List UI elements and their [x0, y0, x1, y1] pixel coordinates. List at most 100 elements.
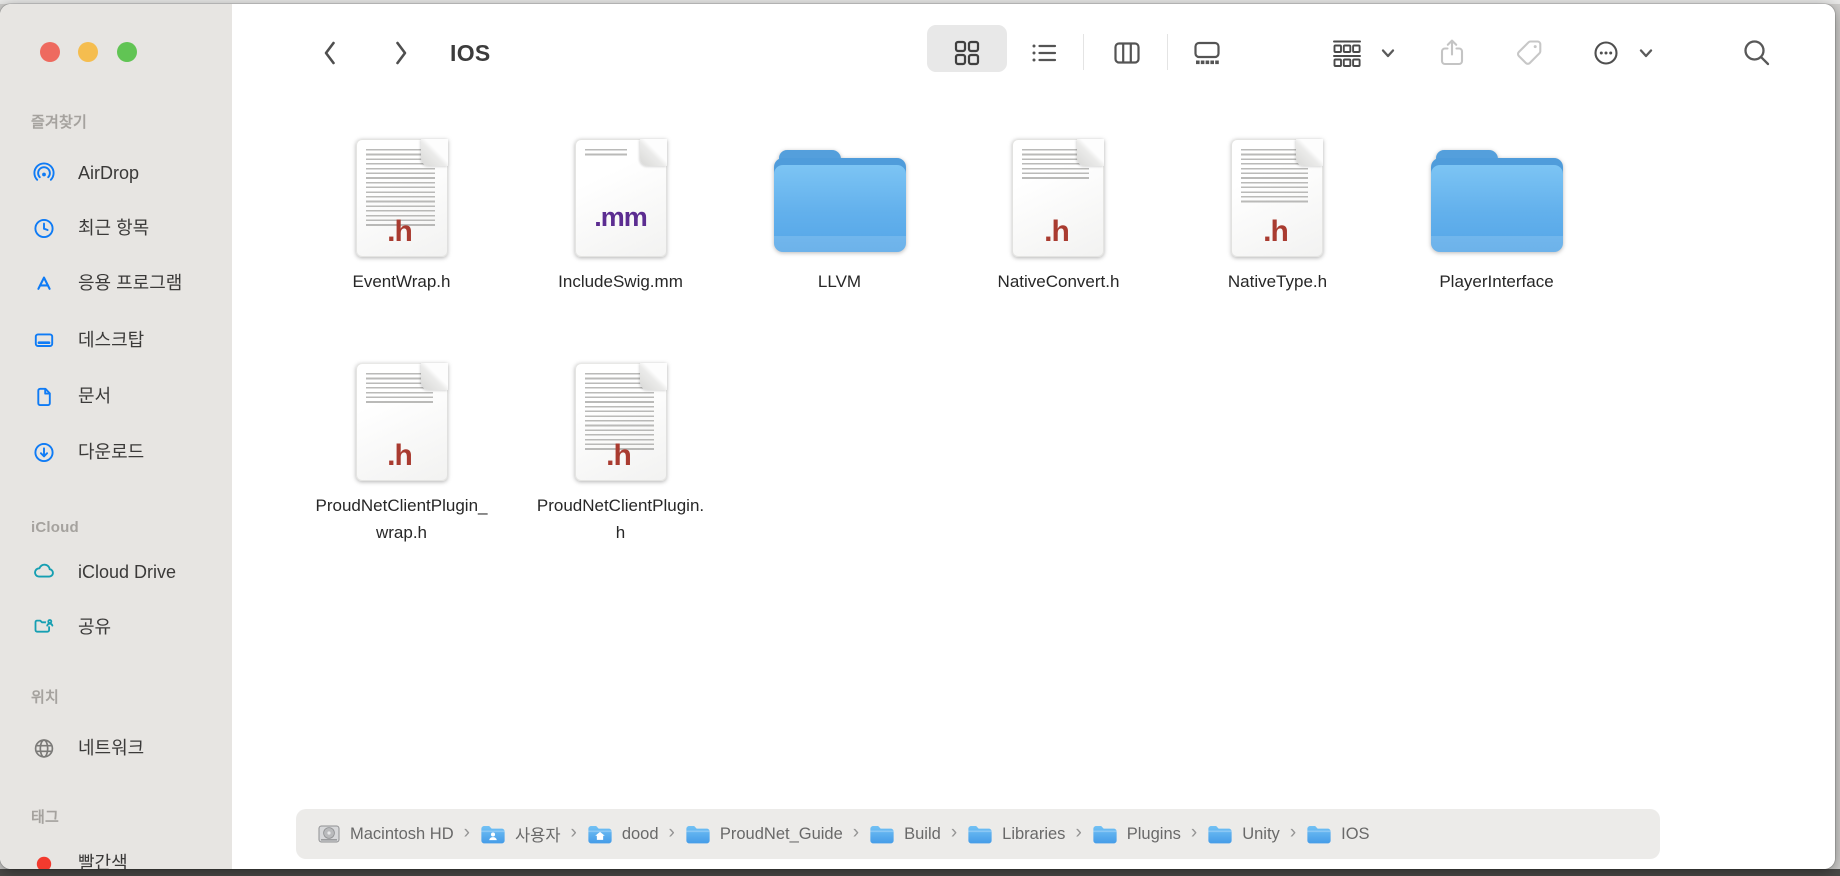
file-name: ProudNetClientPlugin.h	[533, 492, 709, 546]
path-segment-label: Build	[904, 825, 941, 844]
sidebar-item-desktop[interactable]: 데스크탑	[0, 327, 232, 353]
file-item[interactable]: .h NativeType.h	[1228, 133, 1327, 295]
home-folder-icon	[587, 824, 613, 845]
sidebar-item-label: 네트워크	[78, 735, 144, 761]
chevron-right-icon: ›	[464, 822, 470, 844]
file-name: EventWrap.h	[353, 268, 451, 295]
sidebar-item-shared[interactable]: 공유	[0, 614, 232, 640]
folder-icon	[869, 824, 895, 845]
chevron-right-icon: ›	[1191, 822, 1197, 844]
file-item[interactable]: .h ProudNetClientPlugin_wrap.h	[314, 357, 490, 546]
forward-button[interactable]	[390, 38, 412, 68]
chevron-right-icon: ›	[951, 822, 957, 844]
view-list-button[interactable]	[1028, 37, 1060, 69]
chevron-right-icon: ›	[1075, 822, 1081, 844]
file-item[interactable]: LLVM	[774, 133, 906, 295]
path-segment-label: Macintosh HD	[350, 825, 454, 844]
sidebar-item-applications[interactable]: 응용 프로그램	[0, 270, 232, 296]
path-segment-plugins[interactable]: Plugins	[1092, 824, 1181, 845]
view-columns-button[interactable]	[1111, 37, 1143, 69]
file-item[interactable]: .h EventWrap.h	[353, 133, 451, 295]
close-window-button[interactable]	[40, 42, 60, 62]
path-segment-label: Plugins	[1127, 825, 1181, 844]
path-segment-proudnet-guide[interactable]: ProudNet_Guide	[685, 824, 843, 845]
sidebar: 즐겨찾기 AirDrop 최근 항목	[0, 4, 233, 869]
chevron-right-icon: ›	[1290, 822, 1296, 844]
chevron-right-icon: ›	[853, 822, 859, 844]
view-grid-button[interactable]	[951, 37, 983, 69]
share-button[interactable]	[1436, 37, 1468, 69]
toolbar-separator	[1083, 34, 1084, 70]
globe-icon	[32, 736, 56, 760]
sidebar-item-documents[interactable]: 문서	[0, 383, 232, 409]
path-segment-libraries[interactable]: Libraries	[967, 824, 1065, 845]
chevron-down-icon[interactable]	[1380, 45, 1397, 62]
sidebar-item-downloads[interactable]: 다운로드	[0, 439, 232, 465]
sidebar-item-red-tag[interactable]: 빨간색	[0, 850, 232, 869]
path-segment-unity[interactable]: Unity	[1207, 824, 1280, 845]
sidebar-section-tags: 태그	[31, 807, 59, 829]
sidebar-item-label: 공유	[78, 614, 111, 640]
folder-icon	[1207, 824, 1233, 845]
chevron-right-icon: ›	[571, 822, 577, 844]
sidebar-item-label: 문서	[78, 383, 111, 409]
desktop-icon	[32, 328, 56, 352]
sidebar-item-label: 응용 프로그램	[78, 270, 182, 296]
file-item[interactable]: PlayerInterface	[1431, 133, 1563, 295]
sidebar-item-recents[interactable]: 최근 항목	[0, 215, 232, 241]
file-name: IncludeSwig.mm	[558, 268, 683, 295]
more-options-button[interactable]	[1590, 37, 1622, 69]
file-name: PlayerInterface	[1439, 268, 1553, 295]
file-item[interactable]: .mm IncludeSwig.mm	[558, 133, 683, 295]
view-gallery-button[interactable]	[1191, 37, 1223, 69]
path-segment-build[interactable]: Build	[869, 824, 941, 845]
file-item[interactable]: .h NativeConvert.h	[998, 133, 1120, 295]
tag-button[interactable]	[1513, 37, 1545, 69]
toolbar-separator	[1167, 34, 1168, 70]
file-ext-badge: .h	[1231, 215, 1319, 249]
sidebar-item-label: 빨간색	[78, 850, 128, 869]
header-file-icon: .h	[575, 363, 667, 481]
chevron-down-icon[interactable]	[1638, 45, 1655, 62]
hard-drive-icon	[317, 823, 341, 845]
file-ext-badge: .h	[356, 215, 444, 249]
sidebar-item-airdrop[interactable]: AirDrop	[0, 160, 232, 186]
sidebar-item-network[interactable]: 네트워크	[0, 735, 232, 761]
file-name: LLVM	[818, 268, 861, 295]
group-by-button[interactable]	[1330, 37, 1364, 69]
shared-folder-icon	[32, 615, 56, 639]
red-tag-icon	[32, 851, 56, 869]
cloud-icon	[32, 560, 56, 584]
search-button[interactable]	[1740, 36, 1774, 70]
minimize-window-button[interactable]	[78, 42, 98, 62]
finder-window: 즐겨찾기 AirDrop 최근 항목	[0, 4, 1835, 869]
path-segment-label: ProudNet_Guide	[720, 825, 843, 844]
folder-icon	[1092, 824, 1118, 845]
download-icon	[32, 440, 56, 464]
back-button[interactable]	[319, 38, 341, 68]
file-name: NativeConvert.h	[998, 268, 1120, 295]
users-folder-icon	[480, 824, 506, 845]
sidebar-item-label: iCloud Drive	[78, 559, 176, 585]
folder-icon	[774, 150, 906, 252]
zoom-window-button[interactable]	[117, 42, 137, 62]
header-file-icon: .h	[356, 139, 448, 257]
sidebar-item-label: 다운로드	[78, 439, 144, 465]
path-segment-label: dood	[622, 825, 659, 844]
path-segment-users[interactable]: 사용자	[480, 822, 561, 846]
file-ext-badge: .h	[356, 439, 444, 473]
sidebar-item-icloud-drive[interactable]: iCloud Drive	[0, 559, 232, 585]
path-segment-label: Libraries	[1002, 825, 1065, 844]
sidebar-section-icloud: iCloud	[31, 517, 79, 539]
folder-icon	[1431, 150, 1563, 252]
path-segment-label: 사용자	[515, 822, 561, 846]
path-segment-home[interactable]: dood	[587, 824, 659, 845]
file-name: NativeType.h	[1228, 268, 1327, 295]
sidebar-section-favorites: 즐겨찾기	[31, 112, 87, 134]
sidebar-item-label: 데스크탑	[78, 327, 144, 353]
path-segment-macintosh-hd[interactable]: Macintosh HD	[317, 823, 454, 845]
sidebar-item-label: AirDrop	[78, 160, 139, 186]
clock-icon	[32, 216, 56, 240]
path-segment-ios[interactable]: IOS	[1306, 824, 1369, 845]
file-item[interactable]: .h ProudNetClientPlugin.h	[533, 357, 709, 546]
